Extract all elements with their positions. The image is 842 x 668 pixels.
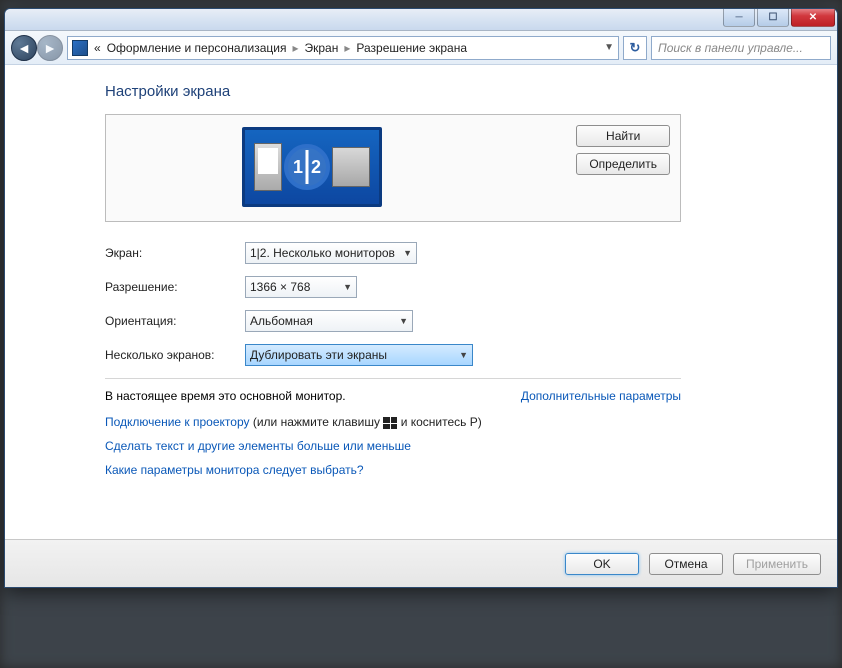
screen-label: Экран: [105, 246, 245, 260]
resolution-label: Разрешение: [105, 280, 245, 294]
control-panel-window: ─ ☐ ✕ ◄ ► « Оформление и персонализация … [4, 8, 838, 588]
multi-label: Несколько экранов: [105, 348, 245, 362]
chevron-down-icon: ▼ [459, 350, 468, 360]
chevron-down-icon: ▼ [343, 282, 352, 292]
chevron-right-icon: ▸ [344, 41, 350, 55]
minimize-button[interactable]: ─ [723, 9, 755, 27]
windows-key-icon [383, 417, 397, 429]
search-input[interactable]: Поиск в панели управле... [651, 36, 831, 60]
back-button[interactable]: ◄ [11, 35, 37, 61]
monitor-thumbnail[interactable]: 12 [242, 127, 382, 207]
projector-link[interactable]: Подключение к проектору [105, 415, 250, 429]
resolution-select[interactable]: 1366 × 768▼ [245, 276, 357, 298]
detect-button[interactable]: Найти [576, 125, 670, 147]
screen-mini-icon [332, 147, 370, 187]
dialog-footer: OK Отмена Применить [5, 539, 837, 587]
screen-mini-icon [254, 143, 282, 191]
breadcrumb-l1[interactable]: Оформление и персонализация [107, 41, 287, 55]
text-size-link[interactable]: Сделать текст и другие элементы больше и… [105, 439, 411, 453]
close-button[interactable]: ✕ [791, 9, 835, 27]
help-link[interactable]: Какие параметры монитора следует выбрать… [105, 463, 364, 477]
display-preview: 12 Найти Определить [105, 114, 681, 222]
breadcrumb-prefix: « [94, 41, 101, 55]
projector-hint-1: (или нажмите клавишу [253, 415, 380, 429]
forward-button[interactable]: ► [37, 35, 63, 61]
cancel-button[interactable]: Отмена [649, 553, 723, 575]
advanced-settings-link[interactable]: Дополнительные параметры [521, 389, 681, 403]
navigation-bar: ◄ ► « Оформление и персонализация ▸ Экра… [5, 31, 837, 65]
chevron-down-icon: ▼ [403, 248, 412, 258]
titlebar[interactable]: ─ ☐ ✕ [5, 9, 837, 31]
screen-select[interactable]: 1|2. Несколько мониторов▼ [245, 242, 417, 264]
chevron-down-icon: ▼ [399, 316, 408, 326]
search-placeholder: Поиск в панели управле... [658, 41, 803, 55]
ok-button[interactable]: OK [565, 553, 639, 575]
identify-button[interactable]: Определить [576, 153, 670, 175]
maximize-button[interactable]: ☐ [757, 9, 789, 27]
page-title: Настройки экрана [105, 83, 825, 100]
chevron-right-icon: ▸ [292, 41, 298, 55]
refresh-button[interactable]: ↻ [623, 36, 647, 60]
breadcrumb-bar[interactable]: « Оформление и персонализация ▸ Экран ▸ … [67, 36, 619, 60]
breadcrumb-l2[interactable]: Экран [304, 41, 338, 55]
orientation-label: Ориентация: [105, 314, 245, 328]
control-panel-icon [72, 40, 88, 56]
orientation-select[interactable]: Альбомная▼ [245, 310, 413, 332]
primary-monitor-text: В настоящее время это основной монитор. [105, 389, 346, 403]
address-dropdown-icon[interactable]: ▼ [604, 42, 614, 53]
projector-hint-2: и коснитесь P) [401, 415, 482, 429]
breadcrumb-l3[interactable]: Разрешение экрана [356, 41, 467, 55]
monitor-number-badge: 12 [284, 144, 330, 190]
apply-button[interactable]: Применить [733, 553, 821, 575]
multiple-displays-select[interactable]: Дублировать эти экраны▼ [245, 344, 473, 366]
